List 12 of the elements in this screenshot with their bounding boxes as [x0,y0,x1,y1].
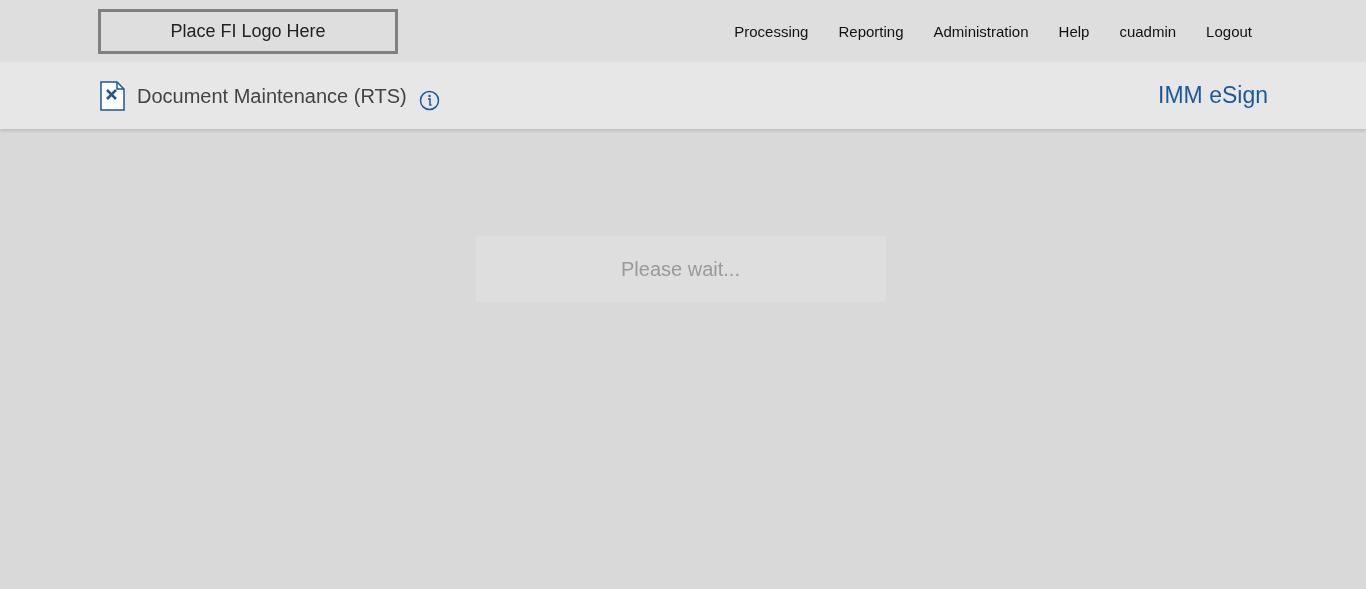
loading-message: Please wait... [475,236,886,302]
nav-link[interactable]: Help [1058,22,1090,40]
nav-link[interactable]: Reporting [838,22,904,40]
product-name: IMM eSign [1158,82,1268,109]
nav-link[interactable]: Processing [734,22,809,40]
nav-link[interactable]: Logout [1206,22,1252,40]
nav-link[interactable]: cuadmin [1119,22,1177,40]
document-tools-icon [100,80,125,111]
page-title: Document Maintenance (RTS) [137,85,407,108]
info-icon[interactable] [418,90,440,111]
logo: Place FI Logo Here [98,8,398,54]
nav-link[interactable]: Administration [933,22,1029,40]
